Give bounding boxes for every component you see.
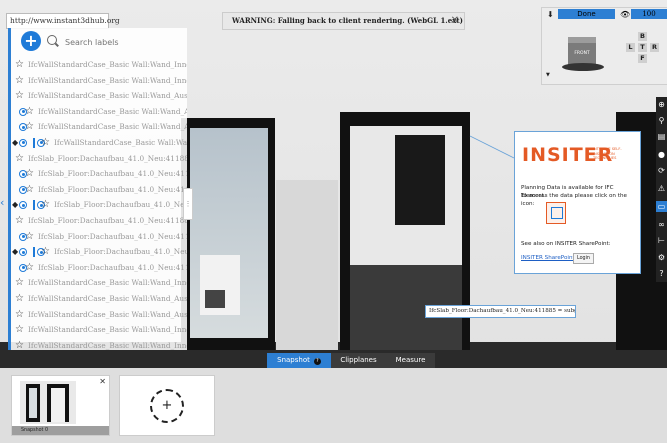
view-cube-front[interactable]: FRONT <box>568 37 596 65</box>
caret-down-icon[interactable]: ▼ <box>546 72 550 78</box>
search-icon[interactable]: ⚲ <box>656 115 667 126</box>
layers-icon[interactable]: ▤ <box>656 131 667 142</box>
zoom-value[interactable]: 100 <box>631 9 667 19</box>
gear-icon[interactable]: ⚙ <box>656 252 667 263</box>
right-toolbar: ⊕ ⚲ ▤ ● ⟳ ⚠ ▭ ∞ ⊢ ⚙ ? <box>656 97 667 282</box>
add-icon: + <box>150 389 184 423</box>
rotate-icon[interactable]: ⟳ <box>656 165 667 176</box>
view-button-left[interactable]: L <box>626 43 635 52</box>
bottom-tab-bar: Snapshot? Clipplanes Measure <box>267 353 435 368</box>
snapshot-label: Snapshot 0 <box>12 426 109 435</box>
close-icon[interactable]: ✕ <box>99 377 106 386</box>
view-cube-base <box>562 63 604 71</box>
tab-snapshot[interactable]: Snapshot? <box>267 353 331 368</box>
view-button-top[interactable]: T <box>638 43 647 52</box>
object-tooltip: IfcSlab_Floor:Dachaufbau_41.0_Neu:411885… <box>425 305 576 318</box>
snapshot-thumbnail <box>20 381 76 424</box>
done-button[interactable]: Done <box>558 9 615 19</box>
ruler-icon[interactable]: ⊢ <box>656 235 667 246</box>
help-icon[interactable]: ? <box>656 268 667 279</box>
select-icon[interactable]: ▭ <box>656 201 667 212</box>
view-control-panel: ⬇ Done 👁 100 FRONT B L T R F ▼ <box>541 7 667 85</box>
view-button-back[interactable]: B <box>638 32 647 41</box>
zoom-icon[interactable]: ⊕ <box>656 99 667 110</box>
help-icon[interactable]: ? <box>313 358 321 365</box>
view-button-right[interactable]: R <box>650 43 659 52</box>
view-button-front[interactable]: F <box>638 54 647 63</box>
tab-measure[interactable]: Measure <box>386 353 435 368</box>
snapshot-card[interactable]: ✕ Snapshot 0 <box>11 375 110 436</box>
measure-icon[interactable]: ∞ <box>656 219 667 230</box>
walk-icon[interactable]: ⚠ <box>656 183 667 194</box>
eye-icon[interactable]: 👁 <box>620 10 630 19</box>
tab-clipplanes[interactable]: Clipplanes <box>331 353 386 368</box>
download-icon[interactable]: ⬇ <box>547 10 554 19</box>
add-snapshot-button[interactable]: + <box>119 375 215 436</box>
dot-icon[interactable]: ● <box>656 149 667 160</box>
3d-viewport[interactable]: http://www.instant3dhub.org WARNING: Fal… <box>0 0 667 368</box>
